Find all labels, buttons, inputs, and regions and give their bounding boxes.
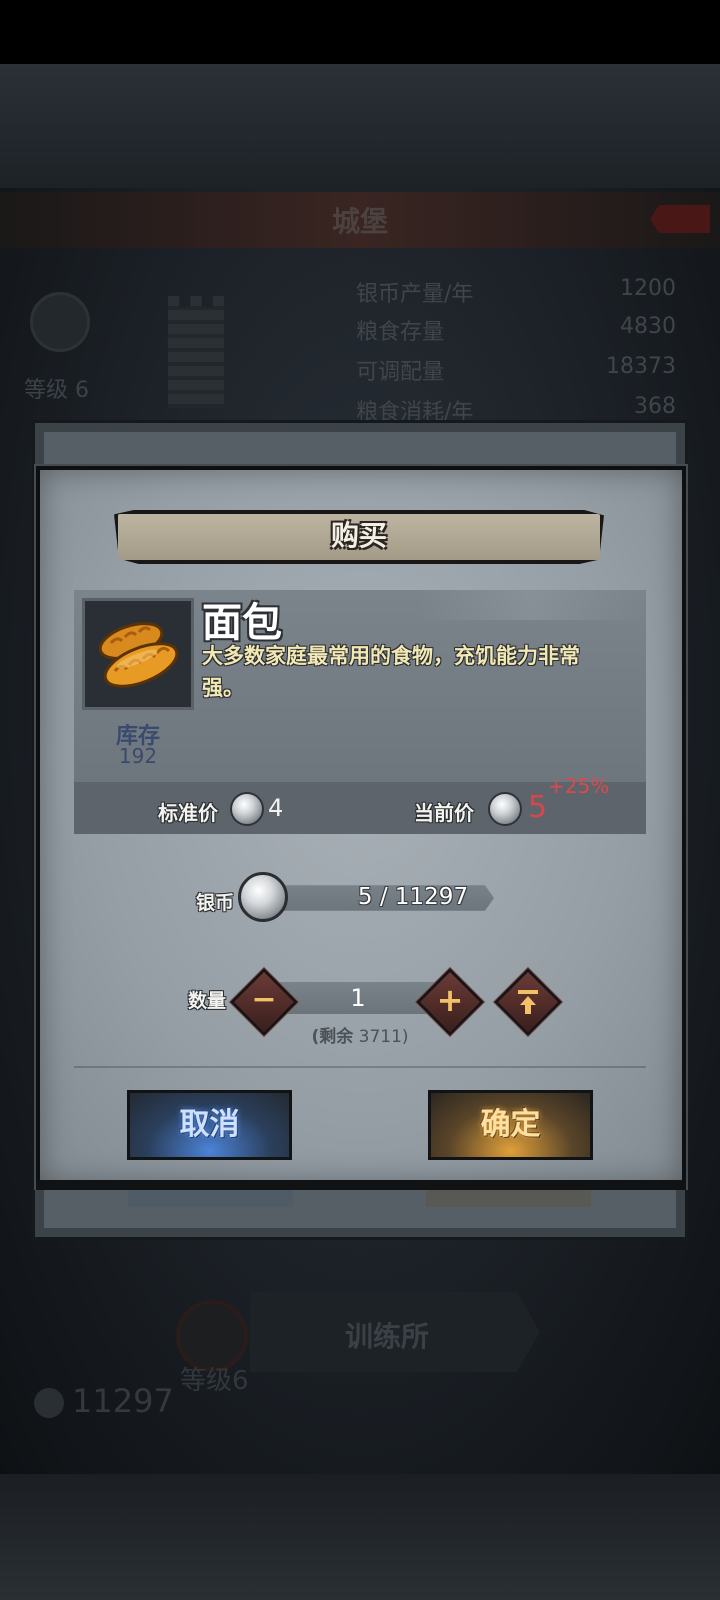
plus-icon: + [436,981,464,1019]
current-price-label: 当前价 [414,801,474,825]
background-stat-label: 可调配量 [356,360,445,385]
item-description: 大多数家庭最常用的食物，充饥能力非常强。 [202,644,580,700]
background-level-label: 等级 6 [24,378,89,403]
silver-coin-icon [238,872,288,922]
silver-label: 银币 [196,892,235,914]
bread-icon [98,622,179,688]
divider [74,1066,646,1068]
dialog-title: 购买 [330,519,387,552]
background-stat-label: 银币产量/年 [356,282,474,307]
background-stat-value: 4830 [620,314,676,339]
background-training-label: 训练所 [345,1320,430,1353]
stock-value: 192 [118,744,158,768]
standard-price-label: 标准价 [158,801,218,825]
increase-quantity-button[interactable]: + [416,968,484,1036]
background-stat-value: 18373 [606,354,676,379]
silver-coin-icon [488,792,522,826]
current-price-value: 5 [528,790,548,825]
castle-tower-icon [168,296,224,408]
background-stat-label: 粮食存量 [356,320,445,345]
price-change-badge: +25% [548,774,610,798]
background-coin-icon [34,1388,64,1418]
cancel-button[interactable]: 取消 [127,1090,292,1160]
background-bottom-area [0,1474,720,1600]
quantity-label: 数量 [188,990,227,1012]
silver-coin-icon [230,792,264,826]
remaining-suffix: ) [401,1027,409,1047]
background-training-level: 等级6 [180,1366,249,1396]
background-coin-count: 11297 [72,1382,174,1420]
minus-icon: − [251,982,277,1017]
item-icon-slot [82,598,194,710]
status-bar-area [0,0,720,64]
background-back-ribbon-icon [650,205,710,233]
max-arrow-icon [518,990,538,1014]
remaining-value: 3711 [358,1027,402,1047]
standard-price-value: 4 [268,794,284,822]
max-quantity-button[interactable] [494,968,562,1036]
remaining-capacity: (剩余 3711) [300,1022,420,1047]
background-stat-value: 368 [634,394,676,419]
dialog-bottom-edge [36,1180,686,1190]
background-stat-value: 1200 [620,276,676,301]
background-upgrade-icon [30,292,90,352]
background-screen-title: 城堡 [331,205,388,238]
background-top-panel [0,64,720,188]
confirm-button[interactable]: 确定 [428,1090,593,1160]
remaining-prefix: (剩余 [311,1027,354,1047]
decrease-quantity-button[interactable]: − [230,968,298,1036]
silver-cost-value: 5 / 11297 [357,884,469,910]
